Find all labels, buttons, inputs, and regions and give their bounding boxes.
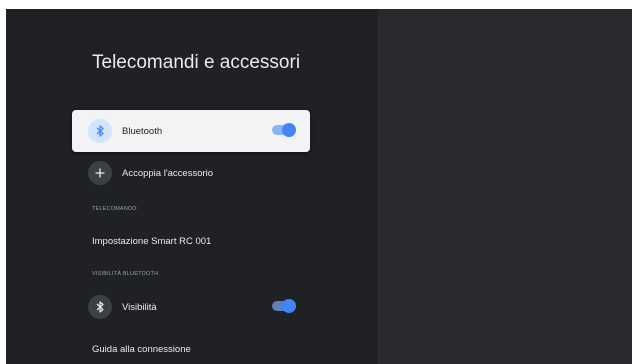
plus-icon: [88, 161, 112, 185]
visibility-toggle[interactable]: [272, 299, 296, 313]
settings-panel: Telecomandi e accessori Bluetooth Accopp…: [6, 9, 378, 364]
connection-guide-item[interactable]: Guida alla connessione: [92, 344, 191, 355]
pair-accessory-row[interactable]: Accoppia l'accessorio: [72, 152, 310, 194]
bluetooth-label: Bluetooth: [122, 125, 163, 137]
bluetooth-row[interactable]: Bluetooth: [72, 110, 310, 152]
visibility-row[interactable]: Visibilità: [72, 286, 310, 328]
remote-section-header: TELECOMANDO: [92, 206, 137, 212]
remote-setup-item[interactable]: Impostazione Smart RC 001: [92, 236, 211, 247]
bluetooth-toggle[interactable]: [272, 123, 296, 137]
pair-accessory-label: Accoppia l'accessorio: [122, 167, 214, 179]
bluetooth-icon: [88, 295, 112, 319]
bluetooth-icon: [88, 119, 112, 143]
visibility-label: Visibilità: [122, 301, 157, 313]
visibility-section-header: VISIBILITÀ BLUETOOTH: [92, 271, 159, 277]
tv-screen: Telecomandi e accessori Bluetooth Accopp…: [6, 9, 632, 364]
page-title: Telecomandi e accessori: [92, 52, 301, 73]
